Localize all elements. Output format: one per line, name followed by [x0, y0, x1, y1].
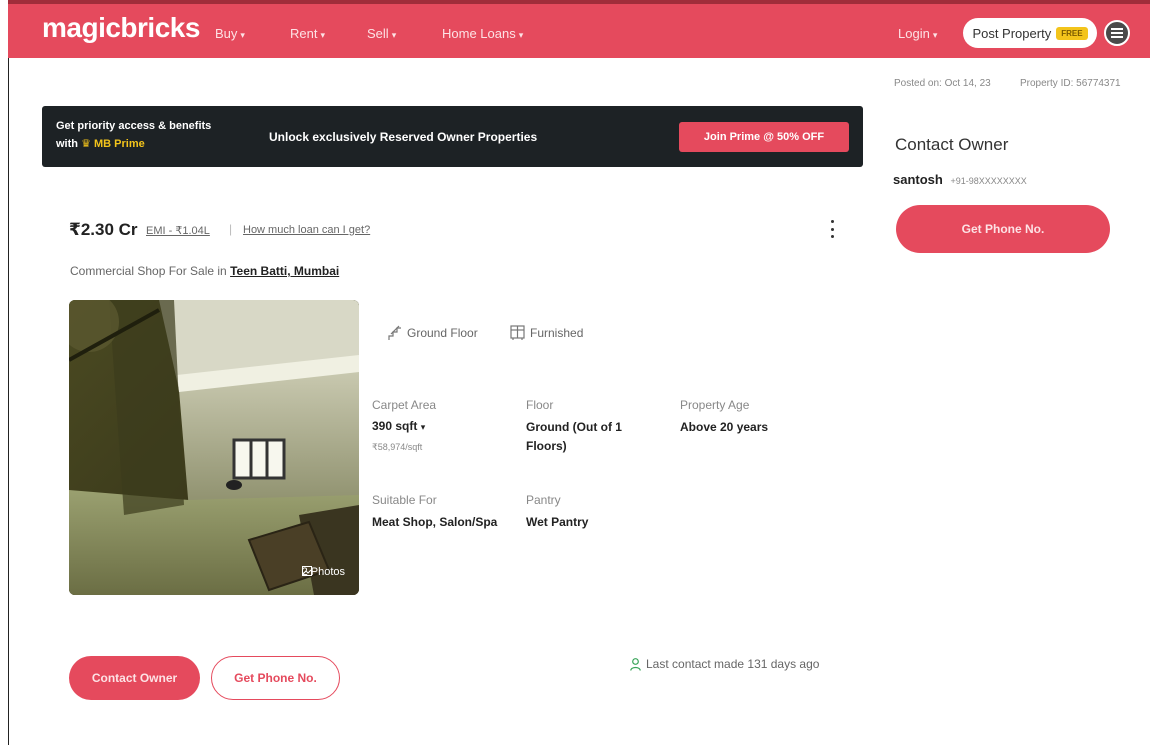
pantry-label: Pantry [526, 493, 561, 507]
top-navigation-bar: magicbricks Buy ▾ Rent ▾ Sell ▾ Home Loans ▾… [8, 0, 1150, 58]
owner-name: santosh [893, 172, 943, 187]
magicbricks-logo[interactable]: magicbricks [42, 12, 200, 44]
listing-price: ₹2.30 Cr [69, 220, 138, 239]
amenity-ground-floor: Ground Floor [388, 325, 478, 341]
post-property-label: Post Property [972, 25, 1052, 41]
sidebar-get-phone-button[interactable]: Get Phone No. [896, 205, 1110, 253]
suitable-for-label: Suitable For [372, 493, 437, 507]
chevron-down-icon: ▾ [932, 30, 938, 40]
contact-owner-button[interactable]: Contact Owner [69, 656, 200, 700]
post-property-button[interactable]: Post Property FREE [963, 18, 1097, 48]
shop-interior-photo [69, 300, 359, 595]
listing-subtitle: Commercial Shop For Sale in Teen Batti, … [70, 264, 339, 278]
nav-buy[interactable]: Buy ▾ [215, 26, 245, 41]
last-contact-text: Last contact made 131 days ago [646, 657, 820, 671]
user-icon [630, 657, 641, 671]
last-contact-info: Last contact made 131 days ago [630, 657, 819, 671]
owner-phone-masked: +91-98XXXXXXXX [950, 176, 1027, 186]
free-badge: FREE [1056, 26, 1088, 40]
login-label: Login [898, 26, 930, 41]
chevron-down-icon: ▾ [518, 30, 524, 40]
nav-rent[interactable]: Rent ▾ [290, 26, 325, 41]
prime-banner: Get priority access & benefits with ♛ MB… [42, 106, 863, 167]
price-separator: | [229, 222, 233, 236]
get-phone-button[interactable]: Get Phone No. [211, 656, 340, 700]
carpet-area-value[interactable]: 390 sqft ▾ [372, 418, 425, 436]
price-per-sqft: ₹58,974/sqft [372, 442, 423, 452]
prime-banner-line2: with ♛ MB Prime [56, 137, 145, 150]
amenity-furnished: Furnished [510, 325, 583, 340]
photo-count-badge[interactable]: 2 Photos [301, 566, 345, 578]
login-menu[interactable]: Login ▾ [898, 26, 937, 41]
owner-info: santosh +91-98XXXXXXXX [893, 172, 1027, 187]
nav-home-loans[interactable]: Home Loans ▾ [442, 26, 523, 41]
nav-home-loans-label: Home Loans [442, 26, 516, 41]
stairs-icon [388, 325, 401, 340]
hamburger-icon [1111, 28, 1123, 38]
join-prime-button[interactable]: Join Prime @ 50% OFF [679, 122, 849, 152]
carpet-area-label: Carpet Area [372, 398, 437, 412]
prime-with-text: with [56, 138, 78, 150]
chevron-down-icon: ▾ [420, 422, 426, 432]
chevron-down-icon: ▾ [320, 30, 325, 40]
amenity-ground-floor-label: Ground Floor [407, 326, 478, 340]
hamburger-menu-button[interactable] [1104, 20, 1130, 46]
property-photo[interactable]: 2 Photos [69, 300, 359, 595]
posted-on-date: Posted on: Oct 14, 23 [894, 78, 991, 89]
loan-eligibility-link[interactable]: How much loan can I get? [243, 224, 370, 236]
contact-owner-heading: Contact Owner [895, 135, 1009, 154]
emi-link[interactable]: EMI - ₹1.04L [146, 224, 210, 237]
crown-icon: ♛ [81, 138, 91, 150]
amenity-furnished-label: Furnished [530, 325, 584, 340]
chevron-down-icon: ▾ [240, 30, 245, 40]
property-age-label: Property Age [680, 398, 750, 412]
mb-prime-brand: MB Prime [94, 138, 145, 150]
nav-buy-label: Buy [215, 26, 238, 41]
property-type-text: Commercial Shop For Sale in [70, 264, 227, 278]
nav-sell-label: Sell [367, 26, 389, 41]
nav-sell[interactable]: Sell ▾ [367, 26, 396, 41]
chevron-down-icon: ▾ [391, 30, 397, 40]
floor-label: Floor [526, 398, 554, 412]
locality-link[interactable]: Teen Batti, Mumbai [230, 264, 339, 278]
pantry-value: Wet Pantry [526, 515, 589, 529]
property-age-value: Above 20 years [680, 420, 769, 434]
property-id: Property ID: 56774371 [1020, 78, 1121, 89]
floor-value-line1: Ground (Out of 1 [526, 420, 622, 434]
carpet-area-value-text: 390 sqft [372, 419, 418, 433]
suitable-for-value: Meat Shop, Salon/Spa [372, 515, 498, 529]
more-options-icon[interactable] [826, 218, 838, 240]
prime-banner-line1: Get priority access & benefits [56, 120, 212, 132]
nav-rent-label: Rent [290, 26, 318, 41]
wardrobe-icon [510, 325, 525, 340]
prime-headline: Unlock exclusively Reserved Owner Proper… [269, 130, 538, 144]
gallery-icon [301, 566, 312, 576]
floor-value-line2: Floors) [526, 439, 567, 453]
